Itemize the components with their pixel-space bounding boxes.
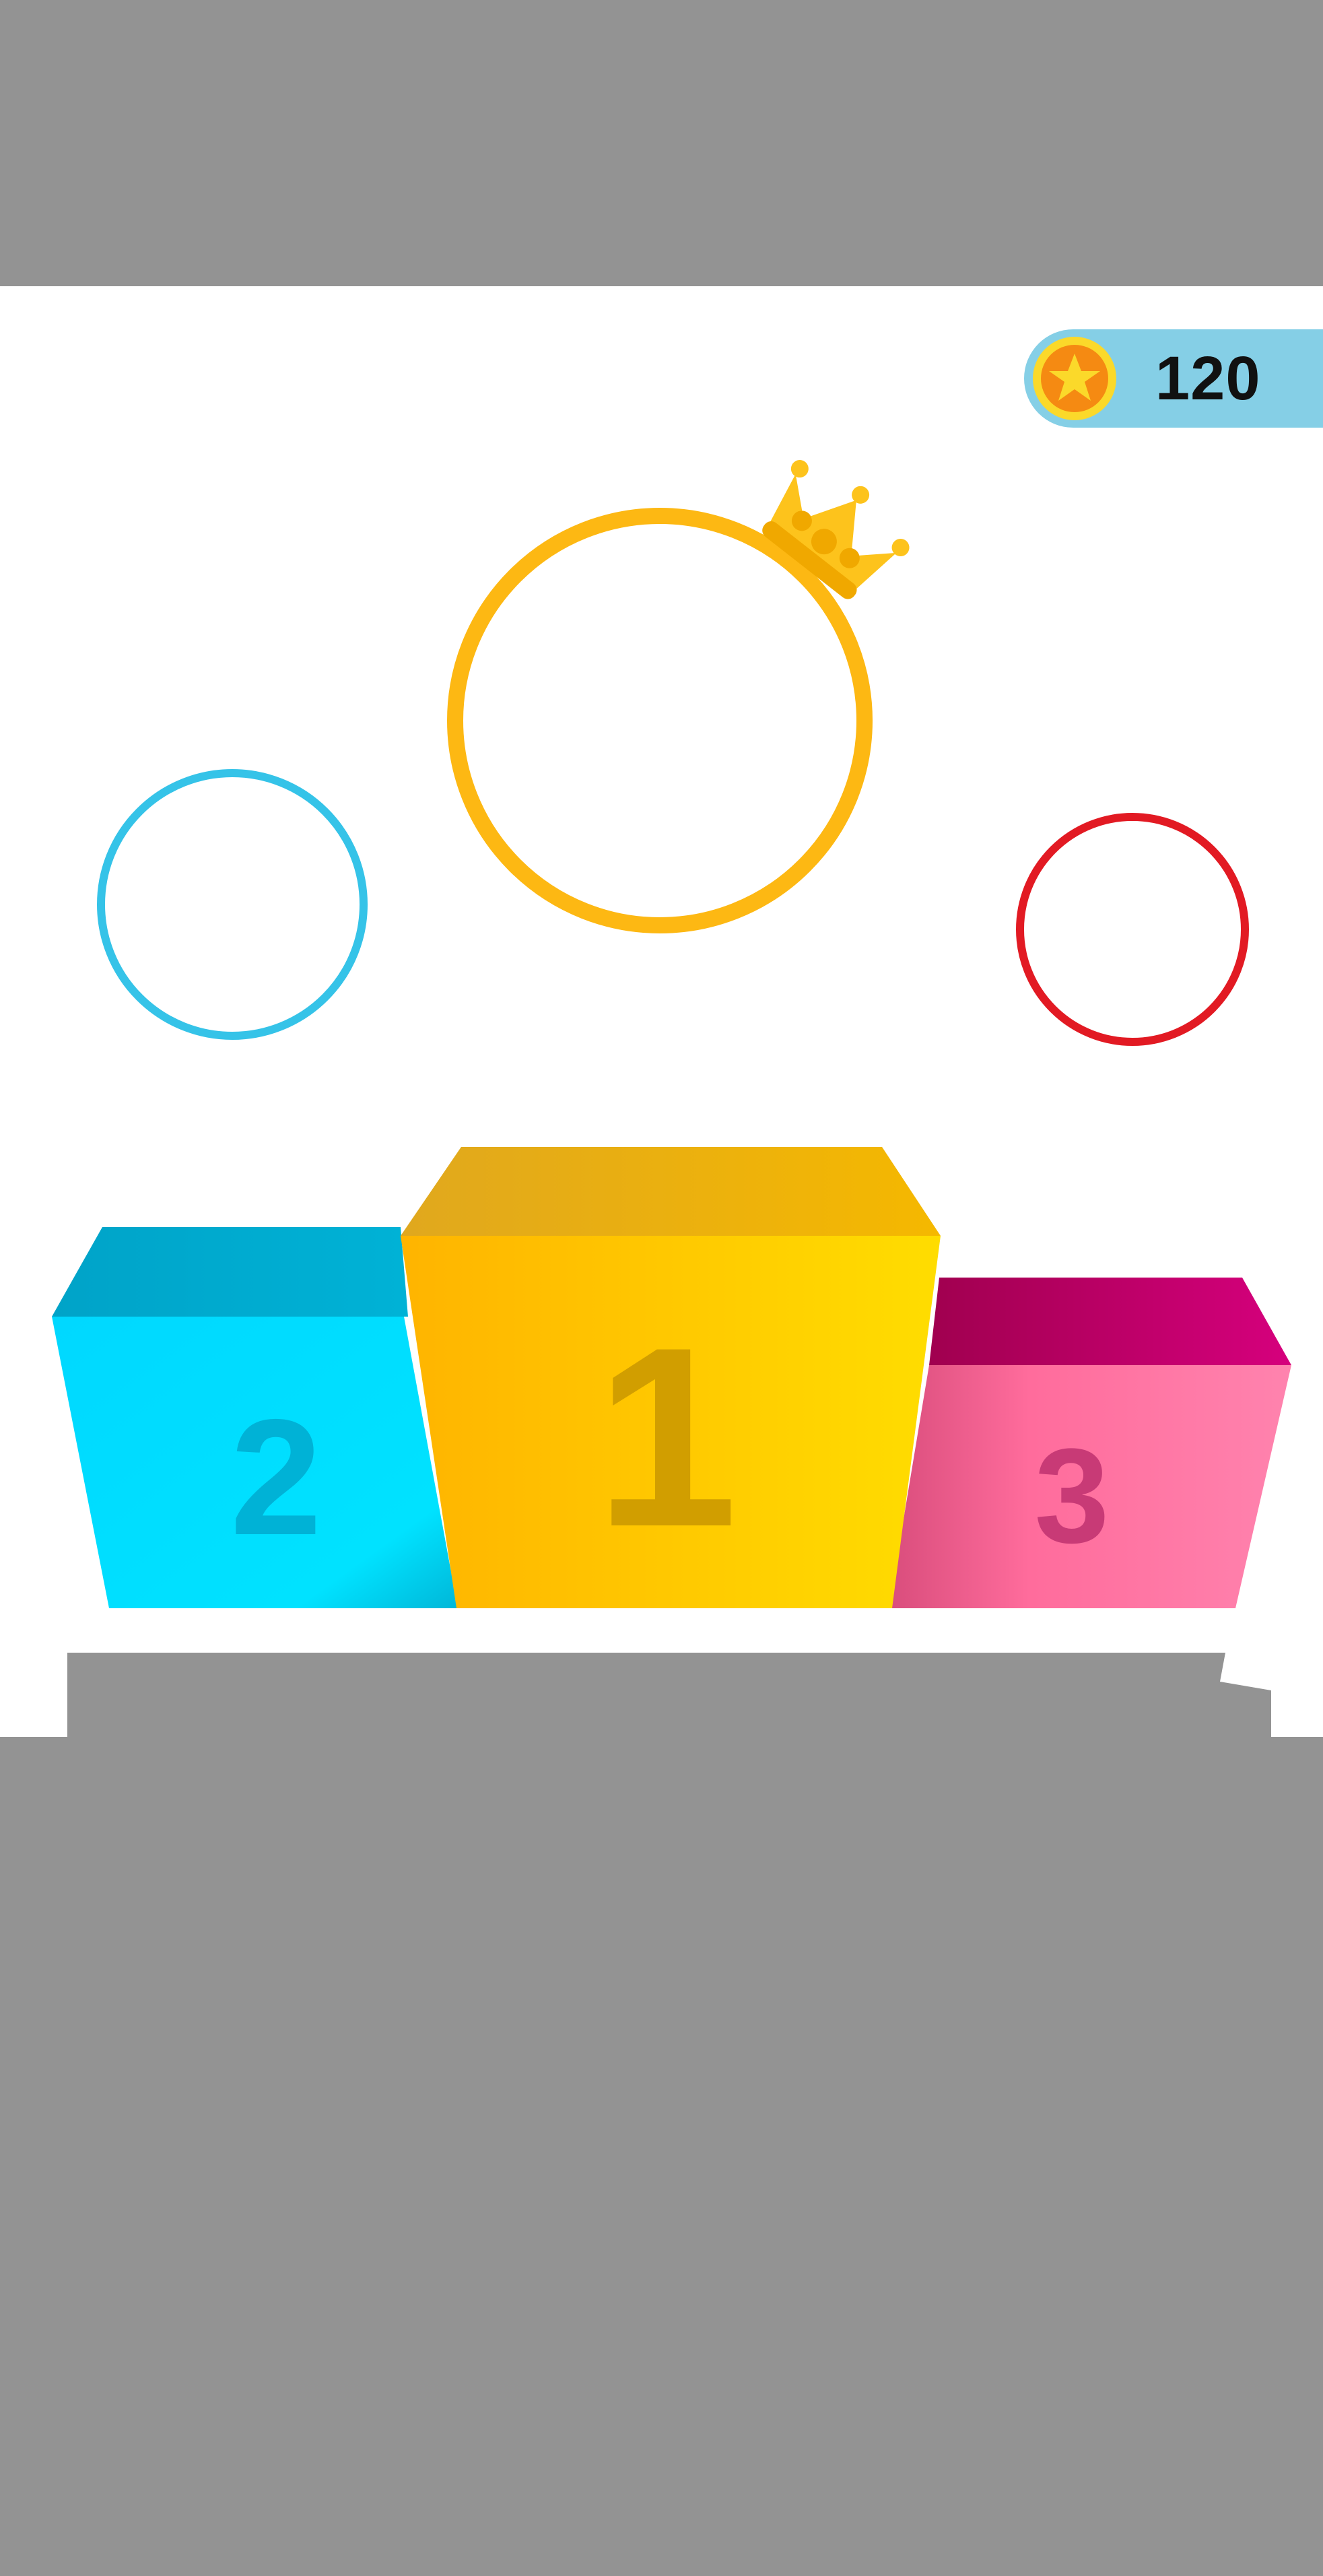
player-ring-second	[97, 769, 368, 1040]
podium-third: 3	[889, 1278, 1291, 1608]
podium-first-label: 1	[595, 1294, 737, 1580]
bottom-panel-edge	[67, 1653, 1271, 1737]
podium-third-label: 3	[1034, 1421, 1109, 1571]
podium-second-label: 2	[230, 1385, 322, 1569]
podium-second: 2	[52, 1227, 458, 1608]
player-ring-first	[447, 508, 873, 933]
star-coin-icon	[1033, 337, 1116, 420]
player-ring-third	[1016, 813, 1249, 1046]
coin-counter: 120	[1024, 329, 1323, 428]
coin-count: 120	[1155, 344, 1261, 413]
game-screen: 2 3 1 120	[0, 0, 1323, 2576]
crown-icon	[762, 460, 910, 599]
podium-first: 1	[401, 1147, 941, 1608]
